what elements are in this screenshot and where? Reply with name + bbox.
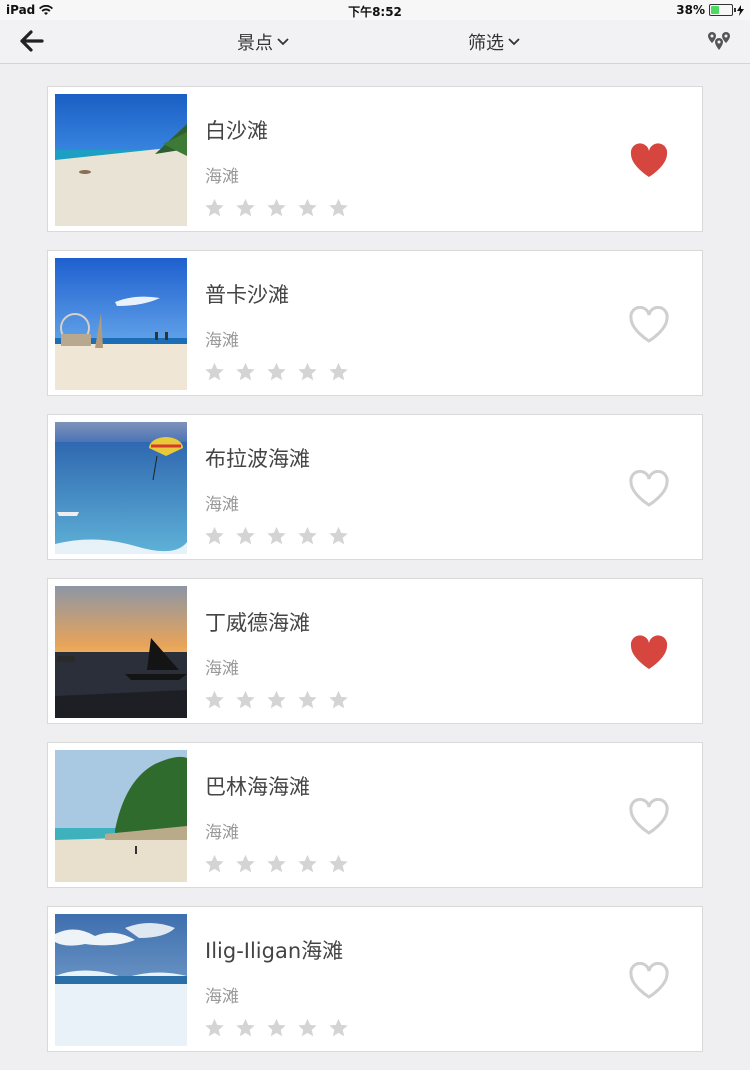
star-icon [298,526,317,545]
star-icon [236,198,255,217]
rating-stars [203,525,350,547]
star-icon [267,526,286,545]
star-icon [205,854,224,873]
item-category: 海滩 [205,659,239,679]
heart-outline-icon[interactable] [628,470,670,508]
battery-percent: 38% [676,3,705,17]
star-icon [236,1018,255,1037]
rating-stars [203,853,350,875]
star-icon [329,362,348,381]
star-icon [298,690,317,709]
star-icon [236,690,255,709]
item-category: 海滩 [205,823,239,843]
item-name: 巴林海海滩 [205,775,310,799]
star-icon [267,198,286,217]
scene-dropdown[interactable]: 景点 [237,29,289,55]
heart-outline-icon[interactable] [628,798,670,836]
star-icon [205,1018,224,1037]
item-category: 海滩 [205,987,239,1007]
status-bar: iPad 下午8:52 38% [0,0,750,20]
star-icon [298,362,317,381]
heart-icon[interactable] [628,634,670,672]
status-right: 38% [676,3,744,17]
star-icon [267,362,286,381]
beach-photo [55,258,187,390]
item-category: 海滩 [205,495,239,515]
scene-label: 景点 [237,33,273,54]
star-icon [205,526,224,545]
filter-label: 筛选 [468,33,504,54]
star-icon [329,526,348,545]
nav-bar: 景点 筛选 [0,20,750,64]
star-icon [205,362,224,381]
battery-fill [711,6,719,14]
beach-photo [55,422,187,554]
star-icon [236,526,255,545]
star-icon [298,198,317,217]
star-icon [267,1018,286,1037]
status-time: 下午8:52 [348,5,402,19]
rating-stars [203,689,350,711]
item-category: 海滩 [205,167,239,187]
rating-stars [203,197,350,219]
rating-stars [203,1017,350,1039]
arrow-left-icon[interactable] [18,28,46,54]
filter-dropdown[interactable]: 筛选 [468,29,520,55]
item-category: 海滩 [205,331,239,351]
list-item[interactable]: 普卡沙滩 海滩 [47,250,703,396]
star-icon [205,690,224,709]
heart-outline-icon[interactable] [628,962,670,1000]
heart-icon[interactable] [628,142,670,180]
attraction-list: 白沙滩 海滩 普卡沙滩 海滩 布拉波海滩 海滩 丁威德海滩 海滩 巴林海海滩 海… [47,86,703,1070]
chevron-down-icon [508,38,520,46]
beach-photo [55,914,187,1046]
beach-photo [55,586,187,718]
list-item[interactable]: 丁威德海滩 海滩 [47,578,703,724]
star-icon [267,690,286,709]
star-icon [298,1018,317,1037]
list-item[interactable]: Ilig-Iligan海滩 海滩 [47,906,703,1052]
item-name: 丁威德海滩 [205,611,310,635]
item-name: Ilig-Iligan海滩 [205,939,344,963]
battery-icon [709,4,736,16]
list-item[interactable]: 布拉波海滩 海滩 [47,414,703,560]
heart-outline-icon[interactable] [628,306,670,344]
charging-icon [737,4,744,16]
item-name: 布拉波海滩 [205,447,310,471]
star-icon [267,854,286,873]
star-icon [236,362,255,381]
item-name: 白沙滩 [205,119,268,143]
map-pins-icon[interactable] [706,28,732,54]
star-icon [329,198,348,217]
star-icon [205,198,224,217]
rating-stars [203,361,350,383]
beach-photo [55,750,187,882]
star-icon [236,854,255,873]
chevron-down-icon [277,38,289,46]
star-icon [329,854,348,873]
list-item[interactable]: 白沙滩 海滩 [47,86,703,232]
star-icon [298,854,317,873]
item-name: 普卡沙滩 [205,283,289,307]
list-item[interactable]: 巴林海海滩 海滩 [47,742,703,888]
star-icon [329,690,348,709]
star-icon [329,1018,348,1037]
beach-photo [55,94,187,226]
